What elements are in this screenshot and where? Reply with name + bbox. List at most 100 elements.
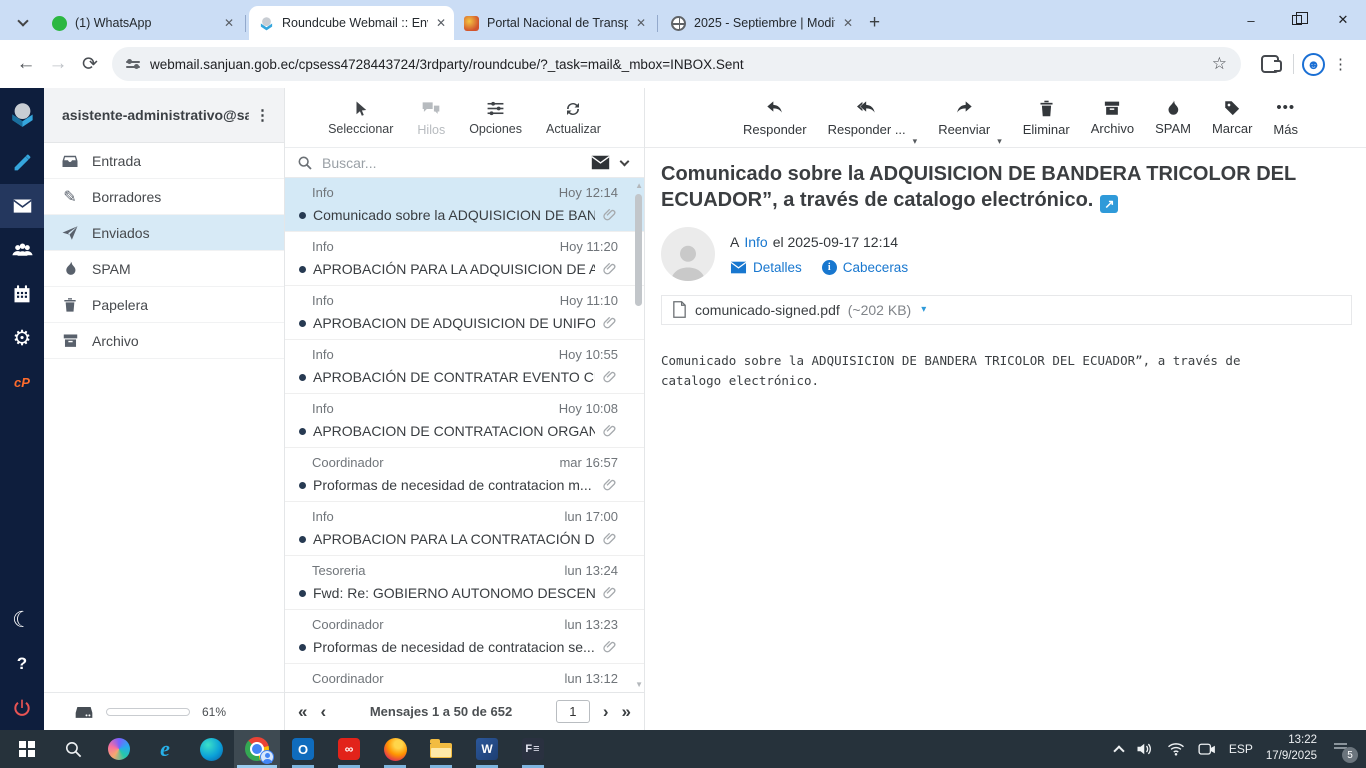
dark-mode-button[interactable]: ☾ <box>0 598 44 642</box>
message-row[interactable]: Info Hoy 11:20 APROBACIÓN PARA LA ADQUISI… <box>285 232 644 286</box>
prev-page-icon[interactable]: ‹ <box>320 702 326 722</box>
taskbar-acrobat-button[interactable]: ∞ <box>326 730 372 768</box>
search-scope-mail-icon[interactable] <box>591 155 610 170</box>
profile-button[interactable]: ☻ <box>1302 52 1325 76</box>
close-tab-icon[interactable]: ✕ <box>224 16 234 30</box>
folder-borradores[interactable]: ✎ Borradores <box>44 179 284 215</box>
reply-button[interactable]: Responder <box>743 98 807 137</box>
folder-spam[interactable]: SPAM <box>44 251 284 287</box>
spam-button[interactable]: SPAM <box>1155 99 1191 136</box>
account-menu-icon[interactable]: ⋮ <box>249 106 276 124</box>
browser-menu-icon[interactable]: ⋮ <box>1325 55 1356 73</box>
meet-now-icon[interactable] <box>1198 742 1216 757</box>
help-button[interactable]: ? <box>0 642 44 686</box>
compose-button[interactable] <box>0 140 44 184</box>
forward-button[interactable]: Reenviar <box>938 98 990 137</box>
message-row[interactable]: Info Hoy 12:14 Comunicado sobre la ADQUIS… <box>285 178 644 232</box>
folder-archivo[interactable]: Archivo <box>44 323 284 359</box>
reload-button[interactable]: ⟳ <box>74 48 106 80</box>
taskbar-copilot-button[interactable] <box>96 730 142 768</box>
list-scrollbar[interactable]: ▲ ▼ <box>633 178 644 692</box>
headers-toggle[interactable]: i Cabeceras <box>821 259 908 275</box>
forward-caret-icon[interactable]: ▾ <box>997 136 1002 147</box>
select-button[interactable]: Seleccionar <box>328 100 393 136</box>
scrollbar-thumb[interactable] <box>635 194 642 306</box>
scroll-up-icon[interactable]: ▲ <box>635 181 643 190</box>
wifi-icon[interactable] <box>1167 742 1185 756</box>
folder-enviados[interactable]: Enviados <box>44 215 284 251</box>
minimize-button[interactable]: – <box>1228 0 1274 40</box>
taskbar-ie-button[interactable]: e <box>142 730 188 768</box>
reply-all-caret-icon[interactable]: ▾ <box>913 136 918 147</box>
search-input[interactable] <box>322 154 582 171</box>
message-row[interactable]: Info Hoy 11:10 APROBACION DE ADQUISICION … <box>285 286 644 340</box>
reply-all-button[interactable]: Responder ... <box>828 98 906 137</box>
taskbar-search-button[interactable] <box>50 730 96 768</box>
tab-portal[interactable]: Portal Nacional de Transparenci ✕ <box>454 6 654 40</box>
cpanel-button[interactable]: cP <box>0 360 44 404</box>
nav-contacts-button[interactable] <box>0 228 44 272</box>
attachment-menu-caret-icon[interactable]: ▾ <box>921 304 926 315</box>
extensions-icon[interactable] <box>1261 55 1282 73</box>
message-row[interactable]: Coordinador lun 13:23 Proformas de necesi… <box>285 610 644 664</box>
attachment-name[interactable]: comunicado-signed.pdf <box>695 302 840 318</box>
tab-roundcube[interactable]: Roundcube Webmail :: Enviados ✕ <box>249 6 454 40</box>
volume-icon[interactable] <box>1136 741 1154 757</box>
taskbar-explorer-button[interactable] <box>418 730 464 768</box>
archive-button[interactable]: Archivo <box>1091 99 1134 136</box>
close-tab-icon[interactable]: ✕ <box>636 16 646 30</box>
hidden-icons-chevron-icon[interactable] <box>1113 744 1125 757</box>
mark-button[interactable]: Marcar <box>1212 99 1252 136</box>
threads-button[interactable]: Hilos <box>417 99 445 137</box>
taskbar-word-button[interactable]: W <box>464 730 510 768</box>
message-row[interactable]: Info lun 17:00 APROBACION PARA LA CONTRAT… <box>285 502 644 556</box>
folder-entrada[interactable]: Entrada <box>44 143 284 179</box>
open-in-new-window-icon[interactable]: ↗ <box>1100 195 1119 214</box>
taskbar-chrome-button[interactable] <box>234 730 280 768</box>
logout-button[interactable] <box>0 686 44 730</box>
details-toggle[interactable]: Detalles <box>730 260 802 275</box>
message-row[interactable]: Info Hoy 10:08 APROBACION DE CONTRATACION… <box>285 394 644 448</box>
new-tab-button[interactable]: + <box>861 12 890 40</box>
back-button[interactable]: ← <box>10 48 42 80</box>
start-button[interactable] <box>4 730 50 768</box>
taskbar-clock[interactable]: 13:22 17/9/2025 <box>1266 733 1317 764</box>
close-tab-icon[interactable]: ✕ <box>843 16 853 30</box>
message-row[interactable]: Tesoreria lun 13:24 Fwd: Re: GOBIERNO AUT… <box>285 556 644 610</box>
bookmark-star-icon[interactable]: ☆ <box>1212 54 1227 74</box>
attachment-row[interactable]: comunicado-signed.pdf (~202 KB) ▾ <box>661 294 1352 325</box>
folder-papelera[interactable]: Papelera <box>44 287 284 323</box>
delete-button[interactable]: Eliminar <box>1023 99 1070 137</box>
close-window-button[interactable]: ✕ <box>1320 0 1366 40</box>
site-settings-icon[interactable] <box>126 58 140 69</box>
message-row[interactable]: Info Hoy 10:55 APROBACIÓN DE CONTRATAR EV… <box>285 340 644 394</box>
search-options-chevron-icon[interactable] <box>619 156 630 166</box>
tab-septiembre[interactable]: 2025 - Septiembre | Modificar L ✕ <box>661 6 861 40</box>
tab-whatsapp[interactable]: (1) WhatsApp ✕ <box>42 6 242 40</box>
message-row[interactable]: Coordinador lun 13:12 <box>285 664 644 692</box>
forward-button[interactable]: → <box>42 48 74 80</box>
nav-mail-button[interactable] <box>0 184 44 228</box>
more-button[interactable]: ••• Más <box>1273 98 1298 137</box>
close-tab-icon[interactable]: ✕ <box>436 16 446 30</box>
refresh-button[interactable]: Actualizar <box>546 100 601 136</box>
page-number-input[interactable] <box>555 700 590 723</box>
taskbar-outlook-button[interactable]: O <box>280 730 326 768</box>
language-indicator[interactable]: ESP <box>1229 742 1253 756</box>
taskbar-firefox-button[interactable] <box>372 730 418 768</box>
options-button[interactable]: Opciones <box>469 99 522 136</box>
nav-settings-button[interactable]: ⚙ <box>0 316 44 360</box>
message-row[interactable]: Coordinador mar 16:57 Proformas de necesi… <box>285 448 644 502</box>
address-bar[interactable]: webmail.sanjuan.gob.ec/cpsess4728443724/… <box>112 47 1241 81</box>
from-link[interactable]: Info <box>744 234 767 250</box>
last-page-icon[interactable]: » <box>622 702 631 722</box>
notification-center-button[interactable]: 5 <box>1330 738 1358 763</box>
tab-search-button[interactable] <box>8 6 38 40</box>
next-page-icon[interactable]: › <box>603 702 609 722</box>
nav-calendar-button[interactable] <box>0 272 44 316</box>
url-text[interactable]: webmail.sanjuan.gob.ec/cpsess4728443724/… <box>150 57 1202 72</box>
taskbar-edge-button[interactable] <box>188 730 234 768</box>
first-page-icon[interactable]: « <box>298 702 307 722</box>
taskbar-fapp-button[interactable]: F≡ <box>510 730 556 768</box>
restore-button[interactable] <box>1274 0 1320 40</box>
